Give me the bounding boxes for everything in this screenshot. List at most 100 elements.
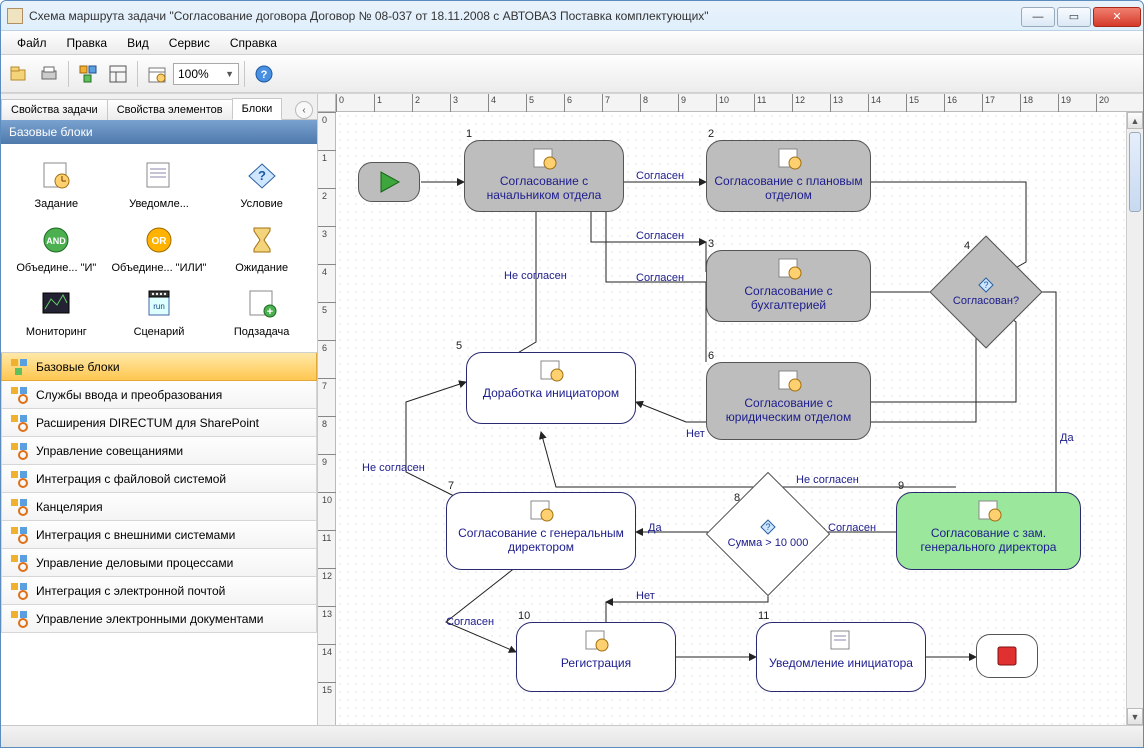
palette-item-notification[interactable]: Уведомле... bbox=[108, 154, 211, 214]
toolbar-print-icon[interactable] bbox=[35, 60, 63, 88]
category-item[interactable]: Управление деловыми процессами bbox=[1, 549, 317, 577]
flow-node-5[interactable]: Доработка инициатором bbox=[466, 352, 636, 424]
close-button[interactable]: ✕ bbox=[1093, 7, 1141, 27]
scroll-up-icon[interactable]: ▲ bbox=[1127, 112, 1143, 129]
category-label: Интеграция с внешними системами bbox=[36, 528, 235, 542]
category-label: Базовые блоки bbox=[36, 360, 120, 374]
maximize-button[interactable]: ▭ bbox=[1057, 7, 1091, 27]
palette-item-condition[interactable]: ? Условие bbox=[210, 154, 313, 214]
chevron-down-icon: ▼ bbox=[225, 69, 234, 79]
svg-text:AND: AND bbox=[47, 236, 67, 246]
category-item[interactable]: Интеграция с внешними системами bbox=[1, 521, 317, 549]
zoom-select[interactable]: 100% ▼ bbox=[173, 63, 239, 85]
toolbar-help-icon[interactable]: ? bbox=[250, 60, 278, 88]
node-label: Согласование с зам. генерального директо… bbox=[897, 526, 1080, 554]
palette-label: Ожидание bbox=[235, 262, 288, 274]
category-icon bbox=[10, 442, 28, 460]
palette-label: Объедине... "И" bbox=[16, 262, 96, 274]
palette-item-wait[interactable]: Ожидание bbox=[210, 218, 313, 278]
menu-help[interactable]: Справка bbox=[220, 33, 287, 53]
category-item[interactable]: Интеграция с электронной почтой bbox=[1, 577, 317, 605]
category-item[interactable]: Управление электронными документами bbox=[1, 605, 317, 633]
flow-node-10[interactable]: Регистрация bbox=[516, 622, 676, 692]
task-icon bbox=[530, 147, 558, 171]
palette-label: Условие bbox=[240, 198, 283, 210]
collapse-pane-icon[interactable]: ‹ bbox=[295, 101, 313, 119]
flow-decision-4[interactable]: ?Согласован? bbox=[946, 252, 1026, 332]
category-item[interactable]: Расширения DIRECTUM для SharePoint bbox=[1, 409, 317, 437]
end-node[interactable] bbox=[976, 634, 1038, 678]
menu-view[interactable]: Вид bbox=[117, 33, 159, 53]
category-list: Базовые блоки Службы ввода и преобразова… bbox=[1, 352, 317, 725]
toolbar-open-icon[interactable] bbox=[5, 60, 33, 88]
subtask-icon: + bbox=[244, 286, 280, 322]
workflow-canvas[interactable]: 1 Согласование с начальником отдела 2 Со… bbox=[336, 112, 1143, 725]
edge-label: Да bbox=[1060, 432, 1074, 444]
palette-item-script[interactable]: run Сценарий bbox=[108, 282, 211, 342]
toolbar: 100% ▼ ? bbox=[1, 55, 1143, 93]
flow-node-6[interactable]: Согласование с юридическим отделом bbox=[706, 362, 871, 440]
flow-node-3[interactable]: Согласование с бухгалтерией bbox=[706, 250, 871, 322]
palette-label: Объедине... "ИЛИ" bbox=[111, 262, 206, 274]
palette-item-subtask[interactable]: + Подзадача bbox=[210, 282, 313, 342]
flow-node-1[interactable]: Согласование с начальником отдела bbox=[464, 140, 624, 212]
statusbar bbox=[1, 725, 1143, 747]
node-label: Согласование с бухгалтерией bbox=[707, 284, 870, 312]
edge-label: Согласен bbox=[636, 230, 684, 242]
zoom-value: 100% bbox=[178, 67, 209, 81]
svg-text:?: ? bbox=[765, 522, 770, 532]
hourglass-icon bbox=[244, 222, 280, 258]
play-icon bbox=[377, 170, 401, 194]
category-item[interactable]: Интеграция с файловой системой bbox=[1, 465, 317, 493]
scroll-down-icon[interactable]: ▼ bbox=[1127, 708, 1143, 725]
vertical-scrollbar[interactable]: ▲ ▼ bbox=[1126, 112, 1143, 725]
menu-service[interactable]: Сервис bbox=[159, 33, 220, 53]
tab-blocks[interactable]: Блоки bbox=[232, 98, 283, 120]
canvas-row: 0123456789101112131415 bbox=[318, 112, 1143, 725]
flow-node-2[interactable]: Согласование с плановым отделом bbox=[706, 140, 871, 212]
minimize-button[interactable]: — bbox=[1021, 7, 1055, 27]
category-label: Управление электронными документами bbox=[36, 612, 263, 626]
palette-item-task[interactable]: Задание bbox=[5, 154, 108, 214]
toolbar-layout-icon[interactable] bbox=[104, 60, 132, 88]
start-node[interactable] bbox=[358, 162, 420, 202]
task-icon bbox=[775, 369, 803, 393]
menu-edit[interactable]: Правка bbox=[57, 33, 118, 53]
condition-icon: ? bbox=[244, 158, 280, 194]
block-palette: Задание Уведомле... ? Условие AND Объеди… bbox=[1, 144, 317, 352]
palette-header: Базовые блоки bbox=[1, 120, 317, 144]
category-item[interactable]: Базовые блоки bbox=[1, 353, 317, 381]
flow-decision-8[interactable]: ?Сумма > 10 000 bbox=[724, 490, 812, 578]
svg-text:run: run bbox=[153, 302, 165, 311]
tab-task-props[interactable]: Свойства задачи bbox=[1, 99, 108, 120]
palette-item-monitoring[interactable]: Мониторинг bbox=[5, 282, 108, 342]
toolbar-blocks-icon[interactable] bbox=[74, 60, 102, 88]
category-label: Интеграция с файловой системой bbox=[36, 472, 226, 486]
category-icon bbox=[10, 498, 28, 516]
menu-file[interactable]: Файл bbox=[7, 33, 57, 53]
task-icon bbox=[38, 158, 74, 194]
separator-icon bbox=[68, 61, 69, 87]
node-number: 4 bbox=[964, 240, 970, 252]
sidebar: Свойства задачи Свойства элементов Блоки… bbox=[1, 94, 318, 725]
sidebar-tabs: Свойства задачи Свойства элементов Блоки… bbox=[1, 94, 317, 120]
scroll-thumb[interactable] bbox=[1129, 132, 1141, 212]
category-item[interactable]: Канцелярия bbox=[1, 493, 317, 521]
edge-label: Не согласен bbox=[504, 270, 567, 282]
node-number: 3 bbox=[708, 238, 714, 250]
category-item[interactable]: Управление совещаниями bbox=[1, 437, 317, 465]
flow-node-11[interactable]: Уведомление инициатора bbox=[756, 622, 926, 692]
node-number: 9 bbox=[898, 480, 904, 492]
ruler-horizontal: 01234567891011121314151617181920 bbox=[318, 94, 1143, 112]
category-item[interactable]: Службы ввода и преобразования bbox=[1, 381, 317, 409]
flow-node-9[interactable]: Согласование с зам. генерального директо… bbox=[896, 492, 1081, 570]
svg-text:+: + bbox=[266, 306, 272, 318]
node-number: 7 bbox=[448, 480, 454, 492]
edge-label: Нет bbox=[636, 590, 655, 602]
category-icon bbox=[10, 526, 28, 544]
toolbar-calendar-icon[interactable] bbox=[143, 60, 171, 88]
tab-element-props[interactable]: Свойства элементов bbox=[107, 99, 233, 120]
palette-item-or[interactable]: OR Объедине... "ИЛИ" bbox=[108, 218, 211, 278]
flow-node-7[interactable]: Согласование с генеральным директором bbox=[446, 492, 636, 570]
palette-item-and[interactable]: AND Объедине... "И" bbox=[5, 218, 108, 278]
